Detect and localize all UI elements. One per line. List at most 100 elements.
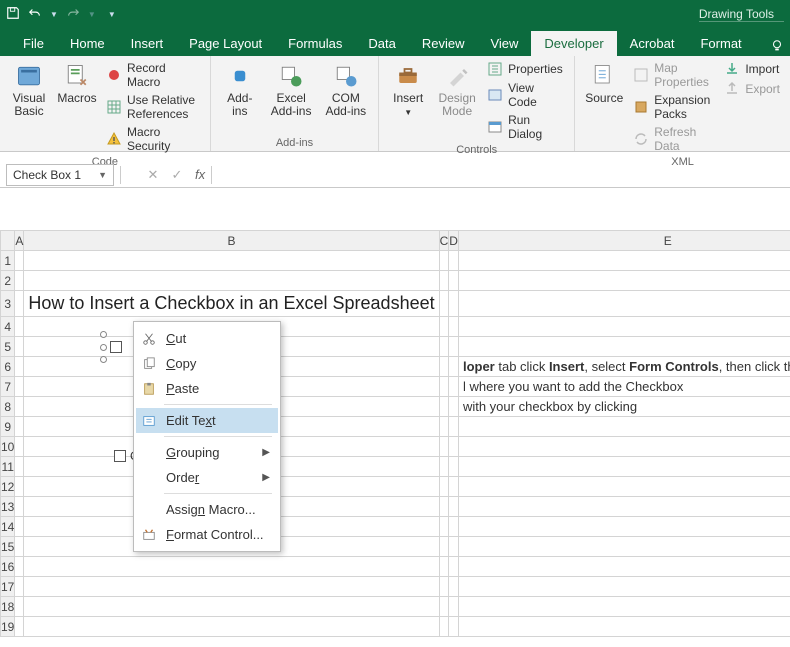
tab-view[interactable]: View (477, 31, 531, 56)
context-menu: Cut Copy Paste Edit Text Grouping ▶ Orde… (133, 321, 281, 552)
view-code-button[interactable]: View Code (485, 80, 566, 110)
tab-data[interactable]: Data (355, 31, 408, 56)
design-mode-button[interactable]: Design Mode (435, 60, 479, 120)
macro-security-button[interactable]: Macro Security (104, 124, 202, 154)
chevron-down-icon[interactable]: ▼ (98, 170, 107, 180)
col-header[interactable]: C (439, 231, 449, 251)
cell[interactable]: with your checkbox by clicking (458, 397, 790, 417)
menu-cut[interactable]: Cut (136, 326, 278, 351)
col-header[interactable]: B (24, 231, 439, 251)
menu-order[interactable]: Order ▶ (136, 465, 278, 490)
source-button[interactable]: Source (583, 60, 625, 107)
undo-dropdown-icon[interactable]: ▼ (50, 10, 58, 19)
menu-copy[interactable]: Copy (136, 351, 278, 376)
design-mode-icon (443, 62, 471, 90)
contextual-tab-label: Drawing Tools (699, 7, 784, 22)
use-relative-label: Use Relative References (127, 93, 200, 121)
visual-basic-button[interactable]: Visual Basic (8, 60, 50, 120)
col-header[interactable]: A (15, 231, 24, 251)
row-header[interactable]: 9 (1, 417, 15, 437)
cell[interactable]: l where you want to add the Checkbox (458, 377, 790, 397)
undo-icon[interactable] (28, 6, 42, 23)
row-header[interactable]: 7 (1, 377, 15, 397)
row-header[interactable]: 15 (1, 537, 15, 557)
refresh-data-label: Refresh Data (654, 125, 714, 153)
cell[interactable]: loper tab click Insert, select Form Cont… (458, 357, 790, 377)
tab-file[interactable]: File (10, 31, 57, 56)
format-icon (140, 527, 158, 543)
expansion-packs-button[interactable]: Expansion Packs (631, 92, 716, 122)
qat-customize-icon[interactable]: ▼ (108, 10, 116, 19)
tell-me-icon[interactable] (770, 39, 790, 56)
row-header[interactable]: 3 (1, 291, 15, 317)
cell[interactable]: How to Insert a Checkbox in an Excel Spr… (24, 291, 439, 317)
row-header[interactable]: 14 (1, 517, 15, 537)
toolbox-icon (394, 62, 422, 90)
row-header[interactable]: 19 (1, 617, 15, 637)
redo-icon[interactable] (66, 6, 80, 23)
grid[interactable]: A B C D E F G H I J K L 1 2 3How to Inse… (0, 230, 790, 637)
tab-page-layout[interactable]: Page Layout (176, 31, 275, 56)
col-header[interactable]: D (449, 231, 459, 251)
resize-handle[interactable] (100, 356, 107, 363)
worksheet[interactable]: A B C D E F G H I J K L 1 2 3How to Inse… (0, 190, 790, 647)
ribbon: Visual Basic Macros Record Macro Use Rel… (0, 56, 790, 152)
group-label: Add-ins (219, 135, 370, 149)
com-addins-button[interactable]: COM Add-ins (321, 60, 370, 120)
row-header[interactable]: 18 (1, 597, 15, 617)
row-header[interactable]: 6 (1, 357, 15, 377)
row-header[interactable]: 5 (1, 337, 15, 357)
group-label: Controls (387, 142, 566, 156)
import-button[interactable]: Import (722, 60, 782, 78)
group-addins: Add- ins Excel Add-ins COM Add-ins Add-i… (211, 56, 379, 151)
name-box-value: Check Box 1 (13, 168, 81, 182)
properties-icon (487, 61, 503, 77)
run-dialog-button[interactable]: Run Dialog (485, 112, 566, 142)
fx-icon[interactable]: fx (189, 167, 211, 182)
row-header[interactable]: 13 (1, 497, 15, 517)
row-header[interactable]: 16 (1, 557, 15, 577)
col-header[interactable]: E (458, 231, 790, 251)
properties-button[interactable]: Properties (485, 60, 566, 78)
select-all-corner[interactable] (1, 231, 15, 251)
row-header[interactable]: 11 (1, 457, 15, 477)
insert-control-button[interactable]: Insert▼ (387, 60, 429, 121)
tab-insert[interactable]: Insert (118, 31, 177, 56)
row-header[interactable]: 2 (1, 271, 15, 291)
menu-edit-text[interactable]: Edit Text (136, 408, 278, 433)
macros-button[interactable]: Macros (56, 60, 98, 107)
expansion-icon (633, 99, 649, 115)
resize-handle[interactable] (100, 331, 107, 338)
excel-addins-button[interactable]: Excel Add-ins (267, 60, 316, 120)
title-text: How to Insert a Checkbox in an Excel Spr… (28, 293, 434, 313)
source-icon (590, 62, 618, 90)
save-icon[interactable] (6, 6, 20, 23)
row-header[interactable]: 1 (1, 251, 15, 271)
row-header[interactable]: 12 (1, 477, 15, 497)
grid-icon (106, 99, 122, 115)
tab-formulas[interactable]: Formulas (275, 31, 355, 56)
menu-assign-macro[interactable]: Assign Macro... (136, 497, 278, 522)
row-header[interactable]: 4 (1, 317, 15, 337)
refresh-data-button: Refresh Data (631, 124, 716, 154)
row-header[interactable]: 17 (1, 577, 15, 597)
tab-developer[interactable]: Developer (531, 31, 616, 56)
menu-paste[interactable]: Paste (136, 376, 278, 401)
addins-button[interactable]: Add- ins (219, 60, 261, 120)
tab-review[interactable]: Review (409, 31, 478, 56)
row-header[interactable]: 8 (1, 397, 15, 417)
tab-acrobat[interactable]: Acrobat (617, 31, 688, 56)
name-box[interactable]: Check Box 1 ▼ (6, 164, 114, 186)
paste-icon (140, 381, 158, 397)
menu-grouping[interactable]: Grouping ▶ (136, 440, 278, 465)
record-macro-button[interactable]: Record Macro (104, 60, 202, 90)
tab-format[interactable]: Format (687, 31, 754, 56)
view-code-label: View Code (508, 81, 564, 109)
use-relative-button[interactable]: Use Relative References (104, 92, 202, 122)
resize-handle[interactable] (100, 344, 107, 351)
row-header[interactable]: 10 (1, 437, 15, 457)
enter-formula-icon: ✓ (165, 167, 189, 183)
tab-home[interactable]: Home (57, 31, 118, 56)
menu-format-control[interactable]: Format Control... (136, 522, 278, 547)
addins-icon (226, 62, 254, 90)
